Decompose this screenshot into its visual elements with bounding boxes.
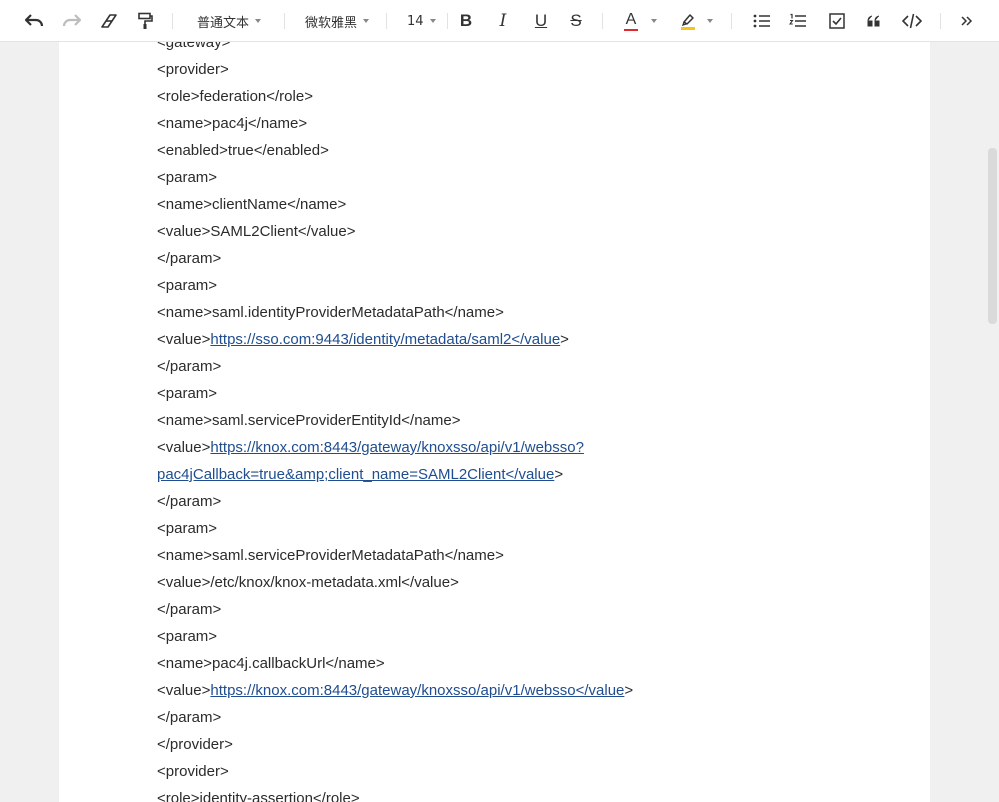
font-color-letter: A xyxy=(625,10,637,28)
chevron-down-icon xyxy=(255,19,262,23)
italic-button[interactable]: I xyxy=(493,0,513,42)
document-line: <role>identity-assertion</role> xyxy=(157,790,360,802)
document-line: </param> xyxy=(157,601,222,618)
document-line: </param> xyxy=(157,493,222,510)
font-size-label: 14 xyxy=(407,13,424,29)
document-line: <param> xyxy=(157,520,218,537)
document-line: <value>SAML2Client</value> xyxy=(157,223,356,240)
line-text: > xyxy=(554,466,564,483)
line-text: <value> xyxy=(157,439,211,456)
document-line: <name>pac4j.callbackUrl</name> xyxy=(157,655,385,672)
vertical-scrollbar[interactable] xyxy=(988,148,997,324)
document-page[interactable]: <gateway> <provider> <role>federation</rol… xyxy=(59,42,930,802)
bold-button[interactable]: B xyxy=(456,0,476,42)
document-line: <name>saml.serviceProviderEntityId</name… xyxy=(157,412,461,429)
document-line: <name>pac4j</name> xyxy=(157,115,308,132)
undo-icon[interactable] xyxy=(22,0,46,42)
document-line: <gateway> xyxy=(157,42,231,51)
font-family-label: 微软雅黑 xyxy=(305,15,358,31)
document-line: <param> xyxy=(157,385,218,402)
line-text: <value> xyxy=(157,682,211,699)
document-line: <value>https://knox.com:8443/gateway/kno… xyxy=(157,677,633,704)
document-line: <name>saml.identityProviderMetadataPath<… xyxy=(157,304,504,321)
chevron-down-icon[interactable] xyxy=(707,19,713,23)
numbered-list-icon[interactable] xyxy=(787,0,809,42)
highlight-button[interactable] xyxy=(677,0,699,42)
document-line: pac4jCallback=true&amp;client_name=SAML2… xyxy=(157,461,563,488)
chevron-down-icon xyxy=(363,19,370,23)
url-link[interactable]: https://knox.com:8443/gateway/knoxsso/ap… xyxy=(210,682,624,699)
line-text: > xyxy=(560,331,569,348)
clear-format-icon[interactable] xyxy=(98,0,120,42)
toolbar-divider xyxy=(386,13,387,29)
document-line: </param> xyxy=(157,709,222,726)
document-line: <name>saml.serviceProviderMetadataPath</… xyxy=(157,547,504,564)
paragraph-style-label: 普通文本 xyxy=(197,15,250,31)
document-line: <provider> xyxy=(157,61,229,78)
document-line: </provider> xyxy=(157,736,233,753)
underline-button[interactable]: U xyxy=(531,0,551,42)
font-size-select[interactable]: 14 xyxy=(407,0,436,42)
format-painter-icon[interactable] xyxy=(134,0,156,42)
document-line: <param> xyxy=(157,628,218,645)
document-line: <value>https://knox.com:8443/gateway/kno… xyxy=(157,434,584,461)
checklist-icon[interactable] xyxy=(826,0,848,42)
toolbar-divider xyxy=(447,13,448,29)
document-line: </param> xyxy=(157,250,222,267)
document-line: <value>/etc/knox/knox-metadata.xml</valu… xyxy=(157,574,459,591)
document-line: <value>https://sso.com:9443/identity/met… xyxy=(157,326,569,353)
quote-icon[interactable] xyxy=(863,0,885,42)
chevron-down-icon[interactable] xyxy=(651,19,657,23)
url-link[interactable]: https://sso.com:9443/identity/metadata/s… xyxy=(210,331,560,348)
more-options-icon[interactable] xyxy=(956,0,978,42)
toolbar-divider xyxy=(602,13,603,29)
document-line: <provider> xyxy=(157,763,229,780)
font-color-swatch xyxy=(624,28,638,31)
url-link[interactable]: https://knox.com:8443/gateway/knoxsso/ap… xyxy=(210,439,584,456)
toolbar-divider xyxy=(940,13,941,29)
document-line: <param> xyxy=(157,169,218,186)
line-text: <value> xyxy=(157,331,211,348)
editor-toolbar: 普通文本 微软雅黑 14 B I U S A xyxy=(0,0,999,42)
url-link[interactable]: pac4jCallback=true&amp;client_name=SAML2… xyxy=(157,466,554,483)
font-family-select[interactable]: 微软雅黑 xyxy=(305,0,370,42)
document-line: <name>clientName</name> xyxy=(157,196,347,213)
document-line: </param> xyxy=(157,358,222,375)
bullet-list-icon[interactable] xyxy=(751,0,773,42)
line-text: > xyxy=(624,682,634,699)
paragraph-style-select[interactable]: 普通文本 xyxy=(197,0,262,42)
chevron-down-icon xyxy=(429,19,436,23)
document-line: <role>federation</role> xyxy=(157,88,313,105)
document-line: <enabled>true</enabled> xyxy=(157,142,329,159)
toolbar-divider xyxy=(731,13,732,29)
code-icon[interactable] xyxy=(899,0,925,42)
document-line: <param> xyxy=(157,277,218,294)
font-color-button[interactable]: A xyxy=(620,0,642,42)
highlighter-icon xyxy=(681,13,694,26)
strikethrough-button[interactable]: S xyxy=(566,0,586,42)
toolbar-divider xyxy=(284,13,285,29)
toolbar-divider xyxy=(172,13,173,29)
highlight-color-swatch xyxy=(681,26,695,30)
redo-icon[interactable] xyxy=(60,0,84,42)
